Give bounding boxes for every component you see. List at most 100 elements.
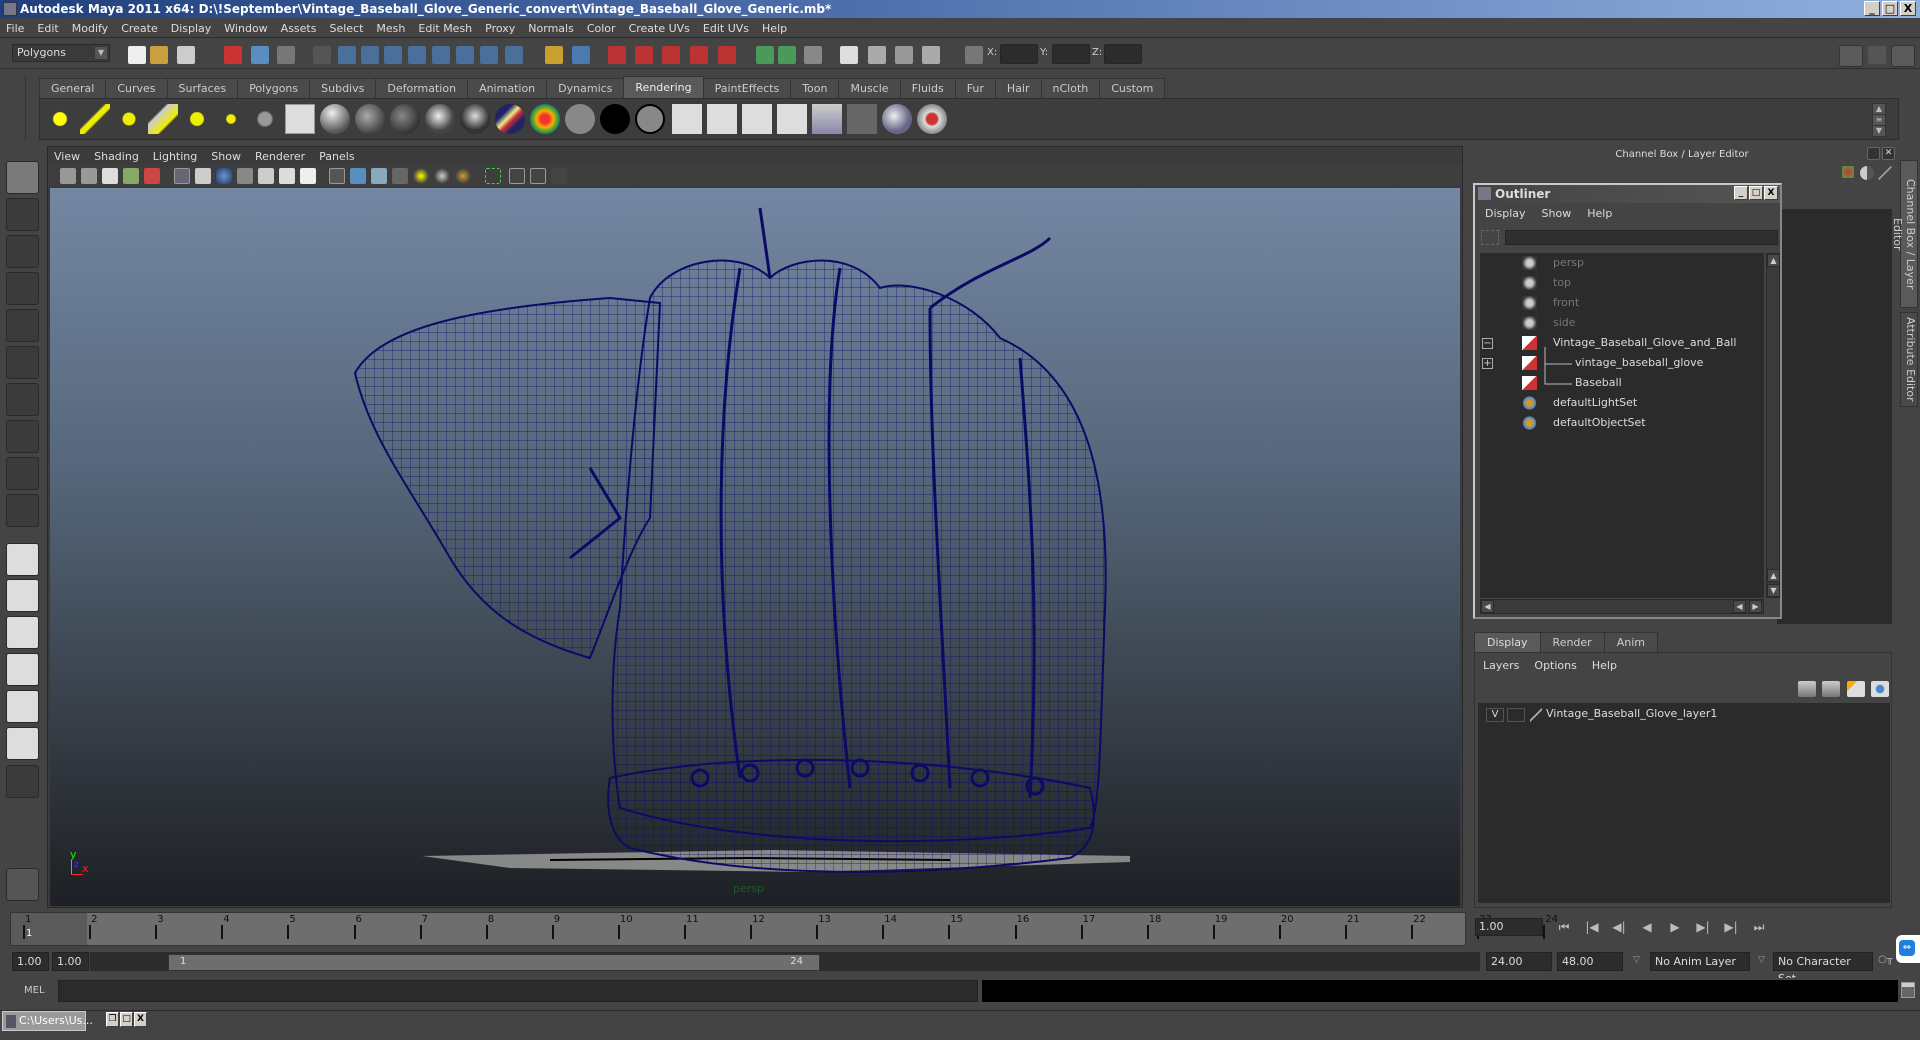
bookmarks-icon[interactable] bbox=[102, 168, 118, 184]
outliner-filter-input[interactable] bbox=[1505, 230, 1778, 245]
menu-edit[interactable]: Edit bbox=[37, 22, 58, 35]
snap-vertex-icon[interactable] bbox=[456, 46, 474, 64]
magnet-icon-2[interactable] bbox=[635, 46, 653, 64]
gate-mask-icon[interactable] bbox=[237, 168, 253, 184]
menu-proxy[interactable]: Proxy bbox=[485, 22, 515, 35]
open-scene-icon[interactable] bbox=[150, 46, 168, 64]
vp-menu-panels[interactable]: Panels bbox=[319, 150, 354, 163]
shelf-tab-painteffects[interactable]: PaintEffects bbox=[702, 78, 792, 98]
manipulator-arrow-icon[interactable] bbox=[1878, 166, 1892, 180]
magnet-icon-3[interactable] bbox=[662, 46, 680, 64]
area-light-icon[interactable] bbox=[182, 104, 212, 134]
animation-end-field[interactable]: 48.00 bbox=[1557, 952, 1623, 971]
layout-menu-icon[interactable] bbox=[6, 765, 39, 798]
paint-effects-icon[interactable] bbox=[917, 104, 947, 134]
layer-menu-layers[interactable]: Layers bbox=[1483, 659, 1519, 672]
soft-modification-icon[interactable] bbox=[6, 420, 39, 453]
layer-display-type-toggle[interactable] bbox=[1507, 708, 1525, 722]
textured-icon[interactable] bbox=[392, 168, 408, 184]
show-manipulator-icon[interactable] bbox=[6, 457, 39, 490]
z-field[interactable] bbox=[1104, 44, 1142, 64]
anim-layer-dropdown-icon[interactable]: ▽ bbox=[1633, 955, 1640, 965]
vp-menu-renderer[interactable]: Renderer bbox=[255, 150, 305, 163]
xray-joints-icon[interactable] bbox=[530, 168, 546, 184]
render-current-frame-icon[interactable] bbox=[672, 104, 702, 134]
persp-outliner-graph-layout-icon[interactable] bbox=[6, 727, 39, 760]
use-default-lighting-icon[interactable] bbox=[413, 168, 429, 184]
play-backwards-button[interactable]: ◀ bbox=[1638, 919, 1656, 935]
point-light-icon[interactable] bbox=[114, 104, 144, 134]
outliner-horizontal-scrollbar[interactable]: ◀ ◀ ▶ bbox=[1480, 599, 1764, 614]
history-magnet-icon[interactable] bbox=[608, 46, 626, 64]
outliner-maximize-button[interactable]: □ bbox=[1749, 186, 1763, 200]
menu-create-uvs[interactable]: Create UVs bbox=[629, 22, 690, 35]
snap-grid-icon[interactable] bbox=[338, 46, 356, 64]
spot-light-icon[interactable] bbox=[148, 104, 178, 134]
menu-file[interactable]: File bbox=[6, 22, 24, 35]
side-tab-attribute-editor[interactable]: Attribute Editor bbox=[1900, 312, 1918, 407]
tool-settings-toggle-icon[interactable] bbox=[1868, 46, 1886, 64]
paint-select-tool-icon[interactable] bbox=[6, 235, 39, 268]
layer-tab-display[interactable]: Display bbox=[1474, 632, 1541, 652]
universal-manipulator-icon[interactable] bbox=[6, 383, 39, 416]
phong-material-icon[interactable] bbox=[390, 104, 420, 134]
menu-create[interactable]: Create bbox=[121, 22, 158, 35]
absolute-transform-icon[interactable] bbox=[965, 46, 983, 64]
menu-modify[interactable]: Modify bbox=[72, 22, 108, 35]
y-field[interactable] bbox=[1052, 44, 1090, 64]
snap-misc-icon[interactable] bbox=[480, 46, 498, 64]
create-render-layer-icon[interactable] bbox=[812, 104, 842, 134]
menu-edit-mesh[interactable]: Edit Mesh bbox=[418, 22, 472, 35]
mel-command-input[interactable] bbox=[58, 980, 978, 1002]
menu-color[interactable]: Color bbox=[587, 22, 616, 35]
ambient-light-icon[interactable] bbox=[45, 104, 75, 134]
hypershade-persp-layout-icon[interactable] bbox=[6, 690, 39, 723]
isolate-select-icon[interactable] bbox=[485, 168, 501, 184]
shelf-tab-rendering[interactable]: Rendering bbox=[623, 76, 704, 98]
render-settings-icon[interactable] bbox=[922, 46, 940, 64]
shelf-tab-subdivs[interactable]: Subdivs bbox=[309, 78, 377, 98]
auto-key-icon[interactable]: ○╥ bbox=[1878, 954, 1893, 965]
use-background-icon[interactable] bbox=[600, 104, 630, 134]
shelf-tab-fur[interactable]: Fur bbox=[954, 78, 996, 98]
scale-tool-icon[interactable] bbox=[6, 346, 39, 379]
play-forwards-button[interactable]: ▶ bbox=[1666, 919, 1684, 935]
move-layer-down-icon[interactable] bbox=[1822, 681, 1840, 697]
magnet-icon-4[interactable] bbox=[690, 46, 708, 64]
menu-mesh[interactable]: Mesh bbox=[376, 22, 405, 35]
blinn-material-icon[interactable] bbox=[320, 104, 350, 134]
select-camera-icon[interactable] bbox=[60, 168, 76, 184]
render-view-icon[interactable] bbox=[840, 46, 858, 64]
step-back-key-button[interactable]: |◀ bbox=[1583, 919, 1601, 935]
shelf-tab-hair[interactable]: Hair bbox=[994, 78, 1042, 98]
layer-visibility-toggle[interactable]: V bbox=[1486, 708, 1504, 722]
camera-attributes-icon[interactable] bbox=[81, 168, 97, 184]
step-back-frame-button[interactable]: ◀| bbox=[1610, 919, 1628, 935]
vp-menu-shading[interactable]: Shading bbox=[94, 150, 139, 163]
select-by-hierarchy-icon[interactable] bbox=[224, 46, 242, 64]
outliner-filter-icon[interactable] bbox=[1481, 230, 1499, 245]
scroll-right-arrow[interactable]: ▶ bbox=[1749, 600, 1762, 613]
input-connections-icon[interactable] bbox=[756, 46, 774, 64]
last-tool-icon[interactable] bbox=[6, 494, 39, 527]
side-tab-channel-box[interactable]: Channel Box / Layer Editor bbox=[1891, 160, 1918, 308]
teamviewer-tab[interactable]: ⇔ bbox=[1896, 935, 1920, 963]
shelf-tab-ncloth[interactable]: nCloth bbox=[1040, 78, 1101, 98]
ipr-render-shelf-icon[interactable] bbox=[707, 104, 737, 134]
outliner-menu-help[interactable]: Help bbox=[1587, 207, 1612, 220]
step-forward-frame-button[interactable]: ▶| bbox=[1694, 919, 1712, 935]
wireframe-icon[interactable] bbox=[329, 168, 345, 184]
grid-icon[interactable] bbox=[174, 168, 190, 184]
step-forward-key-button[interactable]: ▶| bbox=[1722, 919, 1740, 935]
restore-window-button[interactable]: ❐ bbox=[106, 1012, 119, 1027]
wireframe-on-shaded-icon[interactable] bbox=[371, 168, 387, 184]
render-current-icon[interactable] bbox=[868, 46, 886, 64]
key-icon[interactable] bbox=[1842, 166, 1854, 178]
snap-point-icon[interactable] bbox=[384, 46, 402, 64]
x-field[interactable] bbox=[1000, 44, 1038, 64]
save-scene-icon[interactable] bbox=[177, 46, 195, 64]
outliner-item-default-light-set[interactable]: defaultLightSet bbox=[1480, 393, 1760, 413]
rotate-tool-icon[interactable] bbox=[6, 309, 39, 342]
layer-tab-render[interactable]: Render bbox=[1539, 632, 1605, 652]
outliner-item-default-object-set[interactable]: defaultObjectSet bbox=[1480, 413, 1760, 433]
